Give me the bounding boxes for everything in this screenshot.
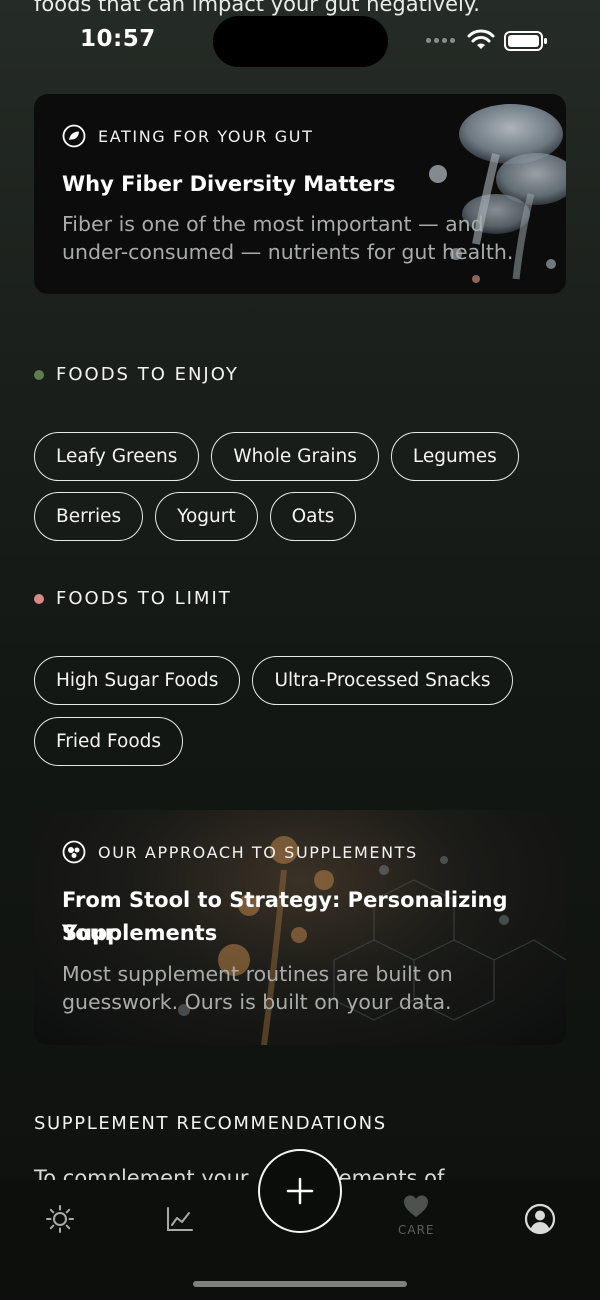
- tab-care-label: CARE: [398, 1223, 435, 1237]
- fiber-card-description-1: Fiber is one of the most important — and: [62, 212, 484, 236]
- fiber-card-title: Why Fiber Diversity Matters: [62, 172, 396, 196]
- chip-whole-grains[interactable]: Whole Grains: [211, 432, 379, 481]
- status-time: 10:57: [80, 26, 156, 52]
- tab-insights[interactable]: [165, 1204, 195, 1234]
- chip-ultra-processed-snacks[interactable]: Ultra-Processed Snacks: [252, 656, 513, 705]
- limit-chip-row-2: Fried Foods: [34, 717, 184, 766]
- home-indicator: [193, 1281, 407, 1287]
- battery-icon: [504, 31, 547, 51]
- profile-icon: [524, 1203, 556, 1235]
- supplement-recommendations-heading: SUPPLEMENT RECOMMENDATIONS: [34, 1113, 387, 1134]
- leaf-icon: [62, 124, 86, 148]
- chip-berries[interactable]: Berries: [34, 492, 144, 541]
- foods-to-enjoy-label: FOODS TO ENJOY: [56, 364, 239, 385]
- tab-profile[interactable]: [524, 1203, 556, 1235]
- cellular-signal-icon: [426, 38, 455, 43]
- previous-section-text: foods that can impact your gut negativel…: [34, 0, 480, 16]
- chip-fried-foods[interactable]: Fried Foods: [34, 717, 184, 766]
- chip-high-sugar-foods[interactable]: High Sugar Foods: [34, 656, 241, 705]
- chip-oats[interactable]: Oats: [269, 492, 357, 541]
- supplements-card-description-1: Most supplement routines are built on: [62, 962, 453, 986]
- supplements-card-eyebrow-label: OUR APPROACH TO SUPPLEMENTS: [98, 842, 418, 862]
- limit-chip-row-1: High Sugar Foods Ultra-Processed Snacks: [34, 656, 513, 705]
- supplements-card-description-2: guesswork. Ours is built on your data.: [62, 990, 452, 1014]
- chip-leafy-greens[interactable]: Leafy Greens: [34, 432, 200, 481]
- capsules-icon: [62, 840, 86, 864]
- supplements-card-eyebrow: OUR APPROACH TO SUPPLEMENTS: [62, 840, 418, 864]
- chip-yogurt[interactable]: Yogurt: [155, 492, 258, 541]
- foods-to-enjoy-heading: FOODS TO ENJOY: [34, 364, 239, 385]
- enjoy-chip-row-2: Berries Yogurt Oats: [34, 492, 357, 541]
- fiber-card-description-2: under-consumed — nutrients for gut healt…: [62, 240, 514, 264]
- fiber-card-eyebrow: EATING FOR YOUR GUT: [62, 124, 313, 148]
- tab-home[interactable]: [45, 1204, 75, 1234]
- chip-legumes[interactable]: Legumes: [390, 432, 519, 481]
- fiber-article-card[interactable]: EATING FOR YOUR GUT Why Fiber Diversity …: [34, 94, 566, 294]
- foods-to-limit-label: FOODS TO LIMIT: [56, 588, 232, 609]
- add-button[interactable]: [258, 1149, 342, 1233]
- tab-care[interactable]: CARE: [398, 1193, 435, 1237]
- fiber-card-eyebrow-label: EATING FOR YOUR GUT: [98, 126, 314, 146]
- dynamic-island: [213, 16, 388, 67]
- enjoy-dot: [34, 369, 44, 380]
- sun-icon: [46, 1205, 74, 1233]
- limit-dot: [34, 593, 44, 604]
- chart-icon: [167, 1207, 193, 1231]
- heart-icon: [404, 1195, 429, 1217]
- wifi-icon: [467, 29, 495, 49]
- supplements-article-card[interactable]: OUR APPROACH TO SUPPLEMENTS From Stool t…: [34, 810, 566, 1045]
- foods-to-limit-heading: FOODS TO LIMIT: [34, 588, 232, 609]
- enjoy-chip-row-1: Leafy Greens Whole Grains Legumes: [34, 432, 519, 481]
- supplements-card-title-2: Supplements: [62, 921, 218, 945]
- plus-icon: [286, 1177, 314, 1205]
